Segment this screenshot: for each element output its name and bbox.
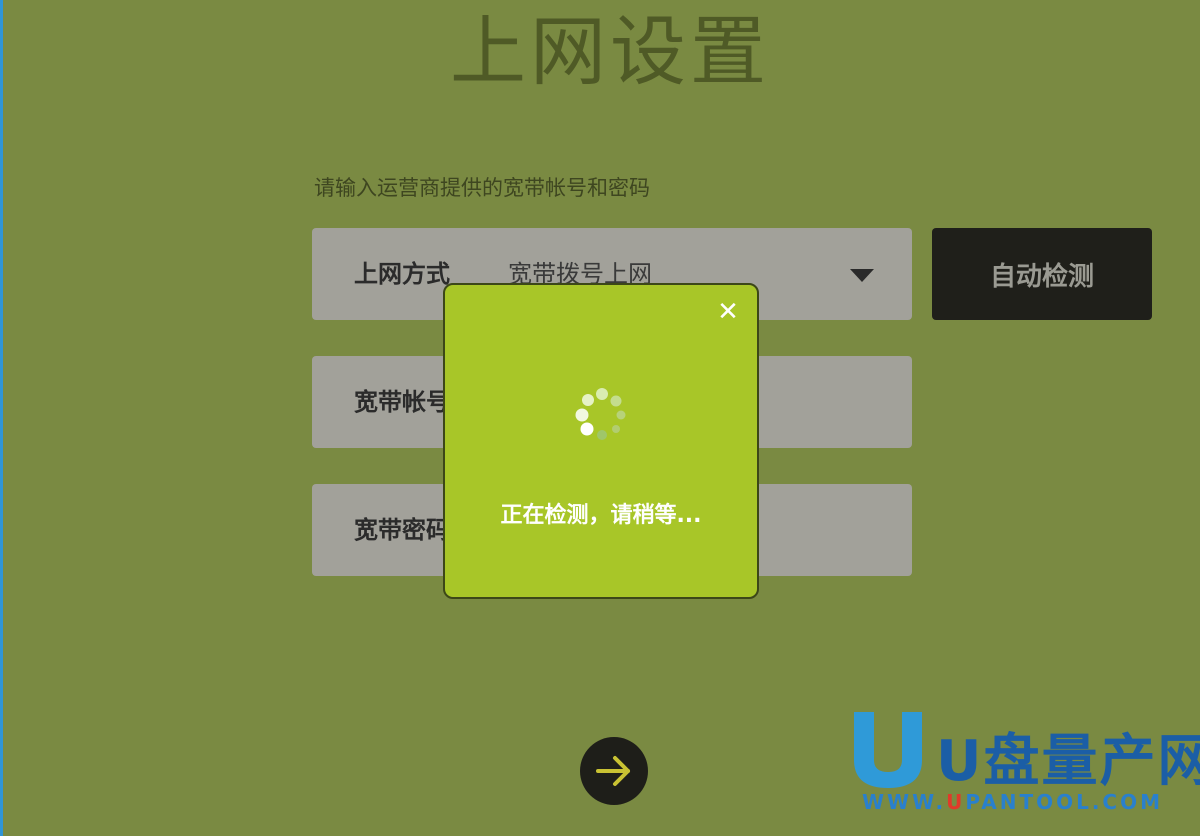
password-label: 宽带密码 — [354, 516, 450, 544]
detecting-message: 正在检测，请稍等... — [500, 503, 702, 528]
watermark-url: WWW.UPANTOOL.COM — [862, 790, 1164, 814]
detecting-modal: ✕ 正在检测，请稍等... — [443, 283, 759, 599]
arrow-right-icon — [596, 756, 630, 786]
watermark: U盘量产网 WWW.UPANTOOL.COM — [848, 708, 1200, 818]
auto-detect-button[interactable]: 自动检测 — [932, 228, 1152, 320]
close-icon[interactable]: ✕ — [715, 299, 741, 325]
u-logo-icon — [854, 712, 922, 788]
next-button[interactable] — [580, 737, 648, 805]
left-edge-bar — [0, 0, 3, 836]
account-label: 宽带帐号 — [354, 388, 450, 416]
loading-spinner-icon — [575, 388, 626, 440]
page-title: 上网设置 — [450, 7, 770, 96]
watermark-brand: U盘量产网 — [936, 729, 1200, 794]
connection-type-label: 上网方式 — [354, 260, 450, 288]
instruction-text: 请输入运营商提供的宽带帐号和密码 — [314, 176, 650, 200]
chevron-down-icon[interactable] — [850, 269, 874, 282]
